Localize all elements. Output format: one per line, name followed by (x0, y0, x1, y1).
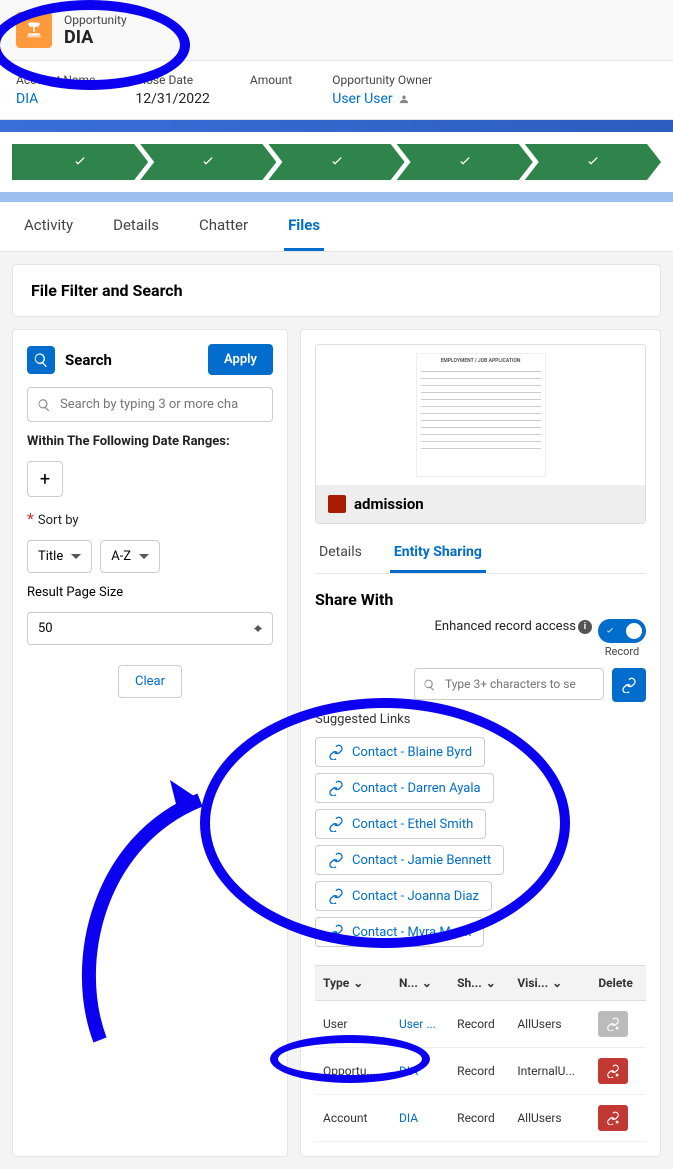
close-date-label: Close Date (135, 73, 210, 87)
suggested-link-pill[interactable]: Contact - Ethel Smith (315, 809, 486, 839)
pdf-icon (328, 495, 346, 513)
search-title: Search (65, 351, 112, 369)
add-link-button[interactable] (612, 668, 646, 702)
amount-label: Amount (250, 73, 292, 87)
sub-tab-details[interactable]: Details (315, 534, 366, 573)
cell-name[interactable]: User ... (391, 1001, 449, 1048)
cell-type: Opportu... (315, 1048, 391, 1095)
path-step-2[interactable] (140, 144, 276, 180)
suggested-link-pill[interactable]: Contact - Blaine Byrd (315, 737, 485, 767)
info-icon[interactable]: i (578, 620, 592, 634)
cell-vis: InternalU... (509, 1048, 590, 1095)
share-table: Type⌄ N...⌄ Sh...⌄ Visi...⌄ Delete UserU… (315, 965, 646, 1142)
main-tabs: Activity Details Chatter Files (0, 202, 673, 252)
table-row: AccountDIARecordAllUsers (315, 1095, 646, 1142)
page-size-label: Result Page Size (27, 585, 273, 600)
col-delete: Delete (590, 966, 646, 1001)
cell-type: Account (315, 1095, 391, 1142)
suggested-link-pill[interactable]: Contact - Jamie Bennett (315, 845, 504, 875)
delete-button[interactable] (598, 1105, 628, 1131)
decorative-stripe (0, 120, 673, 132)
search-icon (27, 346, 55, 374)
enhanced-access-toggle[interactable] (598, 619, 646, 643)
share-with-title: Share With (315, 590, 646, 609)
path-step-5[interactable] (525, 144, 661, 180)
tab-files[interactable]: Files (284, 202, 324, 251)
cell-vis: AllUsers (509, 1001, 590, 1048)
suggested-links-label: Suggested Links (315, 712, 646, 727)
cell-share: Record (449, 1001, 509, 1048)
file-name: admission (354, 495, 424, 513)
path-step-4[interactable] (397, 144, 533, 180)
path-step-1[interactable] (12, 144, 148, 180)
search-input[interactable] (27, 387, 273, 422)
file-detail-panel: EMPLOYMENT / JOB APPLICATION admission D… (300, 329, 661, 1157)
record-header: Opportunity DIA (0, 0, 673, 61)
toggle-state-label: Record (605, 645, 639, 658)
sub-tabs: Details Entity Sharing (315, 534, 646, 574)
cell-share: Record (449, 1095, 509, 1142)
col-share[interactable]: Sh...⌄ (449, 966, 509, 1001)
sort-label: Sort by (38, 513, 79, 528)
filter-panel-title: File Filter and Search (12, 264, 661, 317)
add-date-range-button[interactable]: + (27, 461, 63, 497)
link-search-input[interactable] (414, 668, 604, 700)
search-input-icon (37, 398, 51, 412)
close-date-value: 12/31/2022 (135, 91, 210, 107)
page-size-select[interactable]: 50 (27, 612, 273, 645)
table-row: UserUser ...RecordAllUsers (315, 1001, 646, 1048)
opportunity-icon (16, 12, 52, 48)
sort-direction-select[interactable]: A-Z (100, 540, 160, 573)
clear-button[interactable]: Clear (118, 665, 182, 698)
tab-activity[interactable]: Activity (20, 202, 77, 251)
sub-tab-entity-sharing[interactable]: Entity Sharing (390, 534, 486, 573)
path-component (0, 132, 673, 192)
field-row: Account Name DIA Close Date 12/31/2022 A… (0, 61, 673, 120)
document-thumbnail: EMPLOYMENT / JOB APPLICATION (416, 353, 546, 477)
decorative-stripe (0, 192, 673, 202)
owner-value[interactable]: User User (332, 91, 392, 107)
cell-name[interactable]: DIA (391, 1095, 449, 1142)
cell-name[interactable]: DIA (391, 1048, 449, 1095)
owner-label: Opportunity Owner (332, 73, 432, 87)
suggested-link-pill[interactable]: Contact - Myra Mack (315, 917, 484, 947)
link-search-icon (423, 679, 436, 692)
cell-type: User (315, 1001, 391, 1048)
suggested-link-pill[interactable]: Contact - Joanna Diaz (315, 881, 492, 911)
account-name-label: Account Name (16, 73, 95, 87)
account-name-value[interactable]: DIA (16, 91, 95, 107)
tab-chatter[interactable]: Chatter (195, 202, 252, 251)
sort-field-select[interactable]: Title (27, 540, 92, 573)
col-name[interactable]: N...⌄ (391, 966, 449, 1001)
col-visibility[interactable]: Visi...⌄ (509, 966, 590, 1001)
file-preview: EMPLOYMENT / JOB APPLICATION admission (315, 344, 646, 524)
change-owner-icon[interactable] (397, 92, 411, 106)
col-type[interactable]: Type⌄ (315, 966, 391, 1001)
cell-vis: AllUsers (509, 1095, 590, 1142)
record-type-label: Opportunity (64, 13, 127, 27)
suggested-link-pill[interactable]: Contact - Darren Ayala (315, 773, 494, 803)
record-name: DIA (64, 27, 127, 48)
apply-button[interactable]: Apply (208, 344, 273, 375)
cell-share: Record (449, 1048, 509, 1095)
tab-details[interactable]: Details (109, 202, 163, 251)
suggested-links-list: Contact - Blaine Byrd Contact - Darren Ay… (315, 737, 646, 947)
path-step-3[interactable] (268, 144, 404, 180)
date-range-label: Within The Following Date Ranges: (27, 434, 273, 449)
table-row: Opportu...DIARecordInternalU... (315, 1048, 646, 1095)
annotation-arrow (60, 760, 260, 1060)
enhanced-access-label: Enhanced record access (435, 619, 576, 634)
delete-button (598, 1011, 628, 1037)
delete-button[interactable] (598, 1058, 628, 1084)
